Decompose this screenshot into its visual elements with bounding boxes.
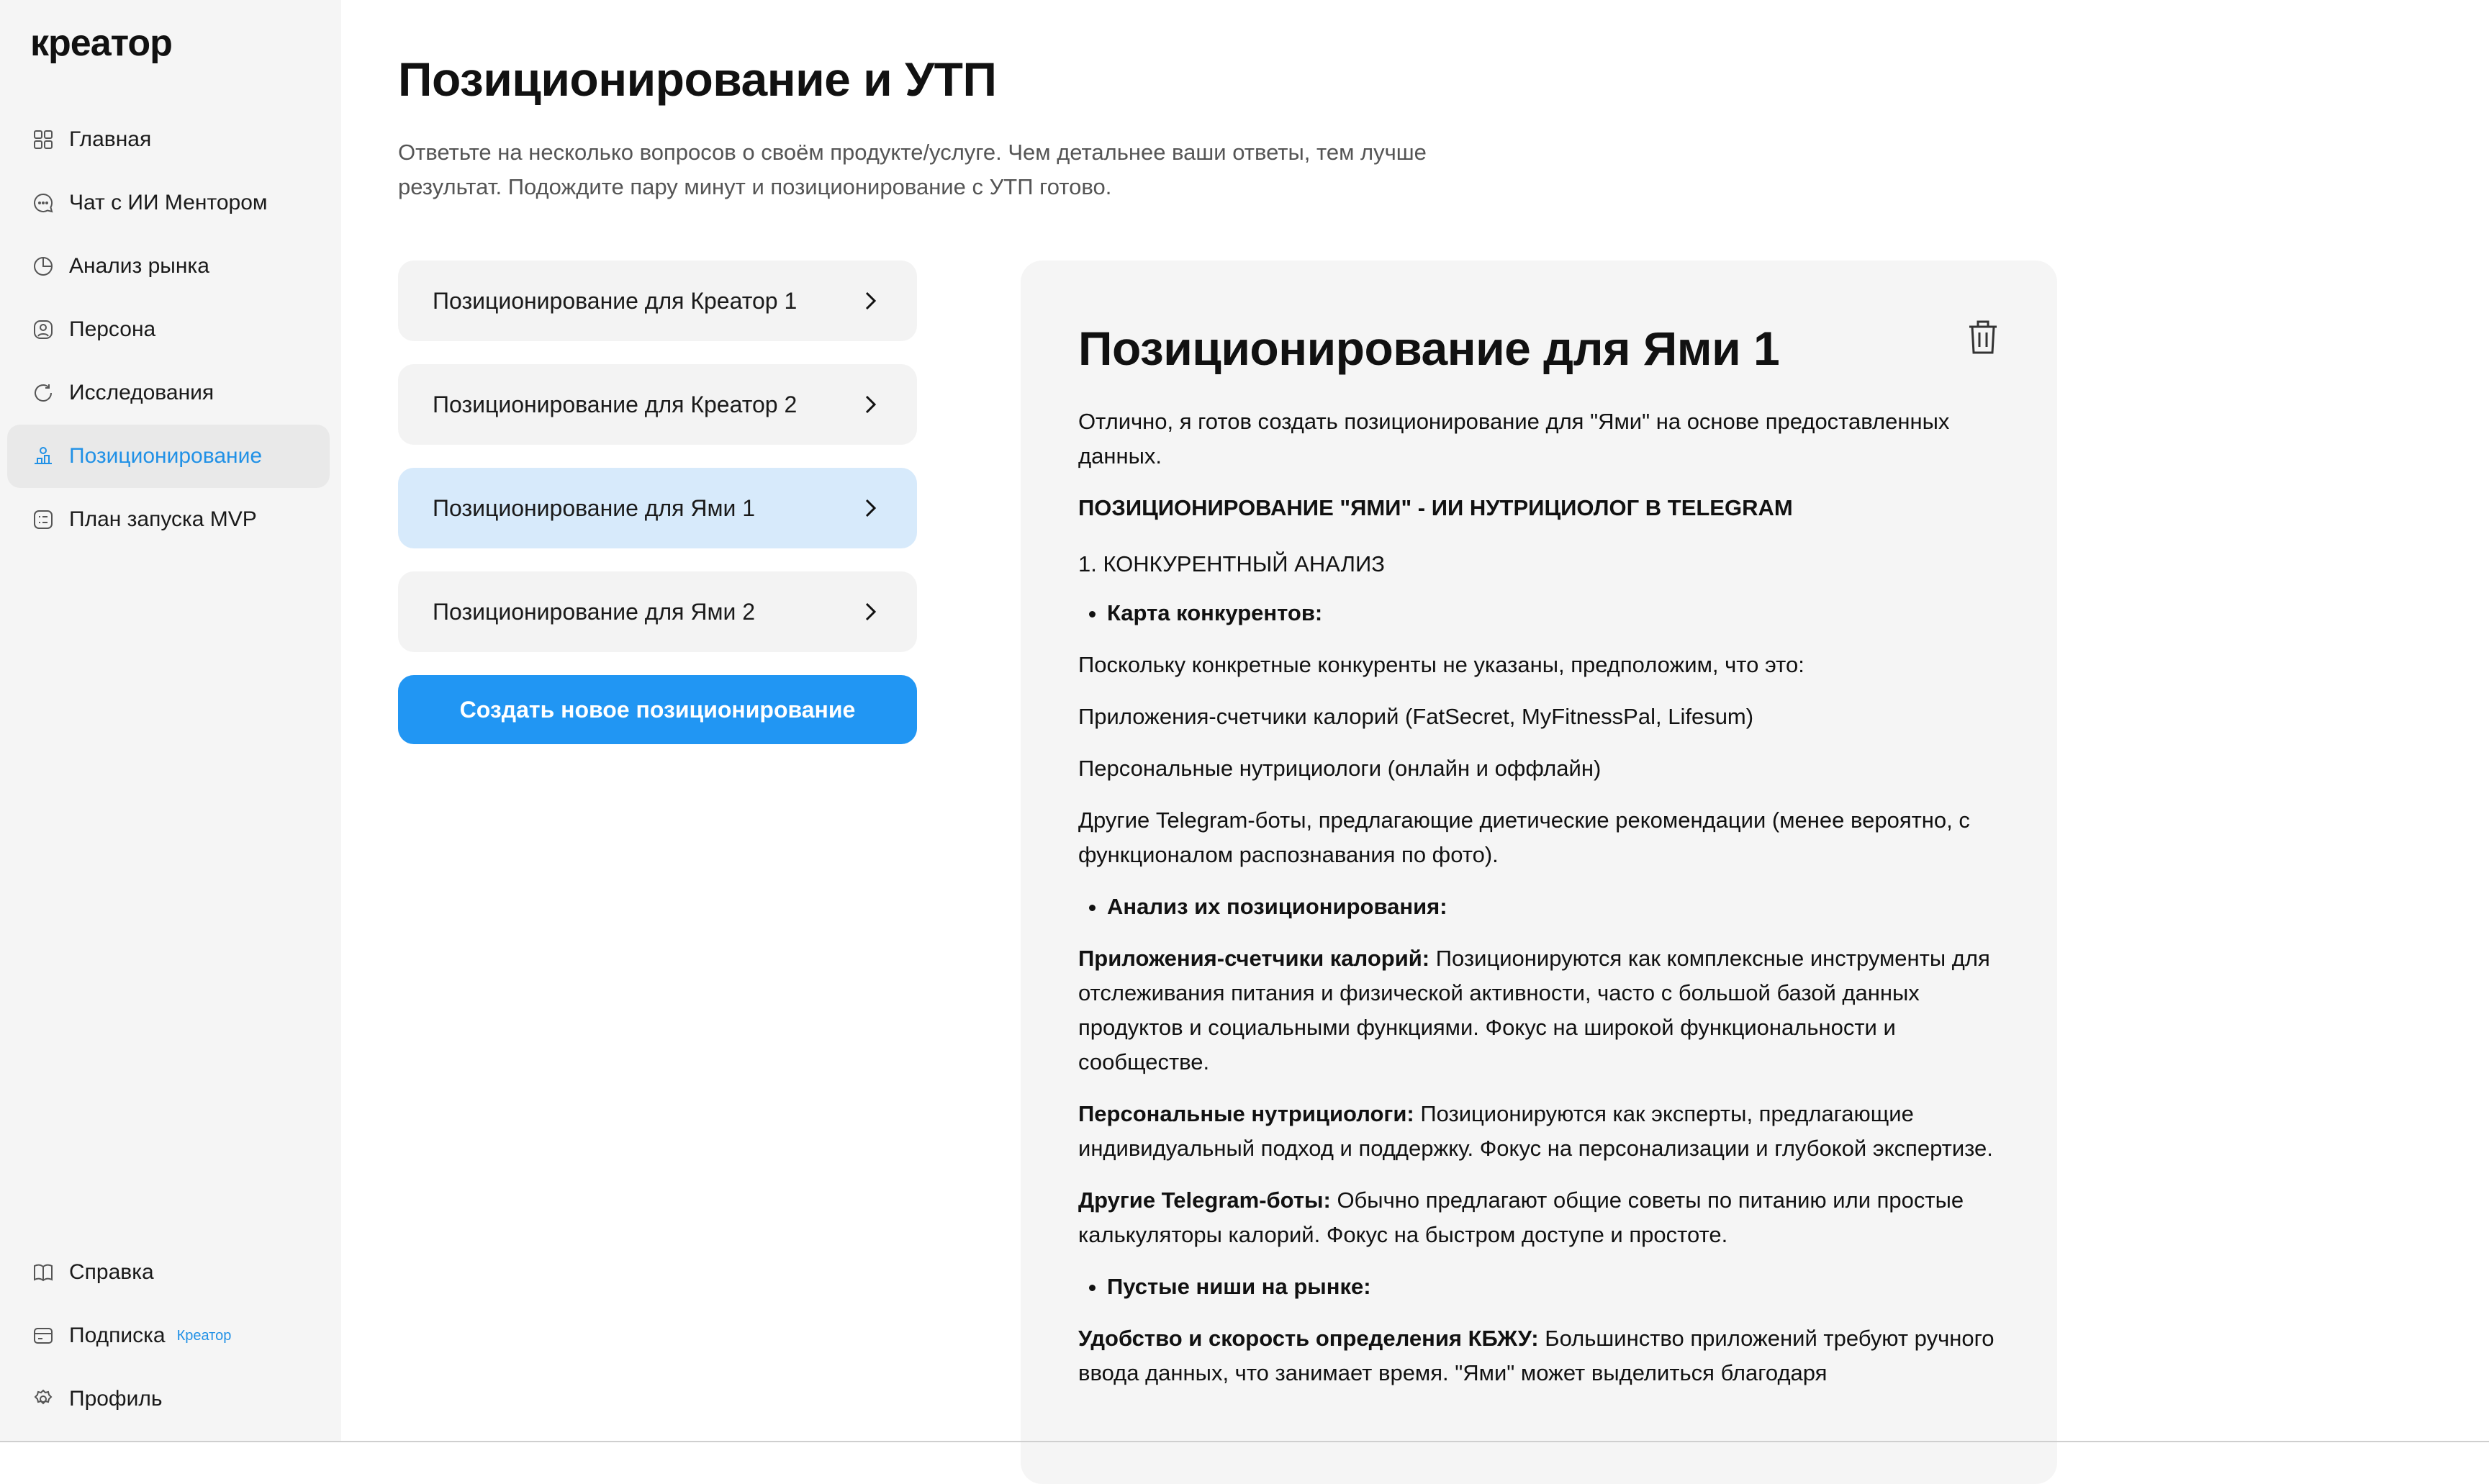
chevron-right-icon: [865, 499, 877, 517]
sidebar-item-profile[interactable]: Профиль: [7, 1367, 330, 1431]
positioning-icon: [35, 447, 52, 464]
bullet-item: Анализ их позиционирования:: [1107, 890, 2000, 924]
panel-title: Позиционирование для Ями 1: [1078, 322, 1780, 375]
pie-chart-icon: [34, 257, 53, 276]
sidebar-item-label: Чат с ИИ Ментором: [69, 191, 268, 214]
delete-button[interactable]: [1966, 318, 2000, 356]
sidebar-item-research[interactable]: Исследования: [7, 361, 330, 425]
bold-term: Приложения-счетчики калорий:: [1078, 946, 1430, 971]
chevron-right-icon: [865, 291, 877, 310]
sidebar-item-label: Исследования: [69, 381, 214, 404]
list-item-label: Позиционирование для Креатор 1: [433, 287, 798, 314]
bold-term: Удобство и скорость определения КБЖУ:: [1078, 1326, 1539, 1351]
sidebar-bottom-nav: Справка Подписка Креатор Профиль: [7, 1241, 330, 1431]
gear-icon: [34, 1389, 53, 1405]
bullet-item: Карта конкурентов:: [1107, 596, 2000, 630]
chat-icon: [34, 193, 53, 213]
sidebar-item-label: Справка: [69, 1260, 154, 1284]
paragraph: Поскольку конкретные конкуренты не указа…: [1078, 652, 1804, 677]
sidebar-item-mvp-plan[interactable]: План запуска MVP: [7, 488, 330, 551]
app-logo[interactable]: креатор: [30, 22, 173, 65]
subscription-badge: Креатор: [176, 1327, 232, 1344]
bullet-list: Пустые ниши на рынке:: [1078, 1270, 2000, 1304]
sidebar-item-label: Анализ рынка: [69, 254, 209, 278]
paragraph: Другие Telegram-боты, предлагающие диети…: [1078, 807, 1970, 867]
paragraph: Персональные нутрициологи: Позиционируют…: [1078, 1097, 2000, 1166]
list-item-selected[interactable]: Позиционирование для Ями 1: [398, 468, 917, 548]
person-icon: [34, 320, 53, 339]
subscription-icon: [34, 1328, 53, 1344]
sidebar-item-positioning[interactable]: Позиционирование: [7, 425, 330, 488]
book-icon: [34, 1264, 53, 1282]
paragraph: Удобство и скорость определения КБЖУ: Бо…: [1078, 1321, 2000, 1390]
grid-icon: [34, 130, 53, 149]
intro-text: Отлично, я готов создать позиционировани…: [1078, 409, 1950, 469]
list-item-label: Позиционирование для Креатор 2: [433, 391, 798, 417]
bold-term: Другие Telegram-боты:: [1078, 1187, 1331, 1213]
list-item-label: Позиционирование для Ями 2: [433, 598, 756, 625]
chevron-right-icon: [865, 395, 877, 414]
page-description: Ответьте на несколько вопросов о своём п…: [398, 140, 1427, 199]
sidebar-item-label: Персона: [69, 317, 156, 341]
list-item[interactable]: Позиционирование для Ями 2: [398, 571, 917, 652]
sidebar-item-subscription[interactable]: Подписка Креатор: [7, 1304, 330, 1367]
positioning-detail-panel: Позиционирование для Ями 1 Отлично, я го…: [1021, 261, 2057, 1484]
list-item[interactable]: Позиционирование для Креатор 2: [398, 364, 917, 445]
sidebar-item-label: Главная: [69, 127, 152, 151]
sidebar-item-label: Подписка: [69, 1324, 166, 1347]
sidebar-item-label: Профиль: [69, 1387, 163, 1411]
paragraph: Приложения-счетчики калорий: Позициониру…: [1078, 941, 2000, 1080]
list-item[interactable]: Позиционирование для Креатор 1: [398, 261, 917, 341]
chevron-right-icon: [865, 602, 877, 621]
paragraph: Другие Telegram-боты: Обычно предлагают …: [1078, 1183, 2000, 1252]
sidebar-item-market-analysis[interactable]: Анализ рынка: [7, 235, 330, 298]
sidebar: креатор Главная Чат с ИИ Ментором Анализ…: [0, 0, 341, 1442]
sidebar-item-label: Позиционирование: [69, 444, 263, 468]
paragraph: Персональные нутрициологи (онлайн и оффл…: [1078, 756, 1602, 781]
page-title: Позиционирование и УТП: [398, 53, 997, 106]
sidebar-item-label: План запуска MVP: [69, 507, 257, 531]
sidebar-item-chat[interactable]: Чат с ИИ Ментором: [7, 171, 330, 235]
create-positioning-button[interactable]: Создать новое позиционирование: [398, 675, 917, 744]
bullet-item: Пустые ниши на рынке:: [1107, 1270, 2000, 1304]
section-heading: ПОЗИЦИОНИРОВАНИЕ "ЯМИ" - ИИ НУТРИЦИОЛОГ …: [1078, 495, 1793, 520]
positioning-list: Позиционирование для Креатор 1 Позициони…: [398, 261, 917, 744]
sidebar-nav: Главная Чат с ИИ Ментором Анализ рынка П…: [7, 108, 330, 551]
paragraph: Приложения-счетчики калорий (FatSecret, …: [1078, 704, 1754, 729]
sidebar-item-persona[interactable]: Персона: [7, 298, 330, 361]
bold-term: Персональные нутрициологи:: [1078, 1101, 1414, 1126]
sidebar-item-help[interactable]: Справка: [7, 1241, 330, 1304]
list-item-label: Позиционирование для Ями 1: [433, 494, 756, 521]
refresh-icon: [35, 384, 52, 402]
trash-icon: [1969, 320, 1997, 354]
panel-body: Отлично, я готов создать позиционировани…: [1078, 404, 2000, 1390]
plan-icon: [34, 510, 53, 529]
bullet-list: Анализ их позиционирования:: [1078, 890, 2000, 924]
sidebar-item-home[interactable]: Главная: [7, 108, 330, 171]
bullet-list: Карта конкурентов:: [1078, 596, 2000, 630]
section-title: 1. КОНКУРЕНТНЫЙ АНАЛИЗ: [1078, 551, 1385, 576]
